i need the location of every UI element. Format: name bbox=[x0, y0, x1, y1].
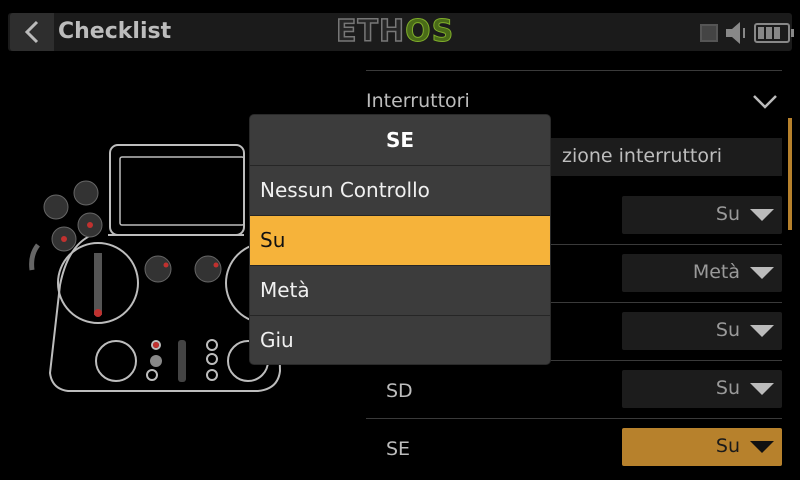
switch-position-popup: SE Nessun Controllo Su Metà Giu bbox=[250, 115, 550, 364]
page-title: Checklist bbox=[58, 19, 172, 44]
status-icons bbox=[700, 20, 794, 46]
switch-label-sd: SD bbox=[386, 380, 413, 402]
top-bar: Checklist ETHOS bbox=[0, 0, 800, 58]
battery-icon bbox=[754, 23, 794, 43]
divider bbox=[366, 418, 782, 419]
switch-row-2-dropdown[interactable]: Metà bbox=[622, 254, 782, 292]
chevron-down-icon[interactable] bbox=[752, 94, 778, 110]
chevron-left-icon bbox=[24, 20, 39, 44]
section-label: Interruttori bbox=[366, 90, 470, 112]
popup-title: SE bbox=[250, 115, 550, 165]
divider bbox=[366, 70, 782, 71]
switch-row-3-dropdown[interactable]: Su bbox=[622, 312, 782, 350]
dropdown-arrow-icon bbox=[750, 325, 774, 337]
scrollbar[interactable] bbox=[788, 118, 792, 230]
switch-label-se: SE bbox=[386, 438, 411, 460]
switch-sd-dropdown[interactable]: Su bbox=[622, 370, 782, 408]
dropdown-arrow-icon bbox=[750, 267, 774, 279]
dropdown-arrow-icon bbox=[750, 383, 774, 395]
option-su[interactable]: Su bbox=[250, 215, 550, 265]
dropdown-arrow-icon bbox=[750, 209, 774, 221]
sd-card-icon bbox=[700, 24, 718, 42]
option-nessun-controllo[interactable]: Nessun Controllo bbox=[250, 165, 550, 215]
speaker-icon bbox=[726, 22, 745, 44]
switch-se-dropdown[interactable]: Su bbox=[622, 428, 782, 466]
option-meta[interactable]: Metà bbox=[250, 265, 550, 315]
option-giu[interactable]: Giu bbox=[250, 315, 550, 364]
switch-row-1-dropdown[interactable]: Su bbox=[622, 196, 782, 234]
ethos-logo: ETHOS bbox=[335, 13, 455, 50]
dropdown-arrow-icon bbox=[750, 441, 774, 453]
back-button[interactable] bbox=[10, 13, 54, 51]
